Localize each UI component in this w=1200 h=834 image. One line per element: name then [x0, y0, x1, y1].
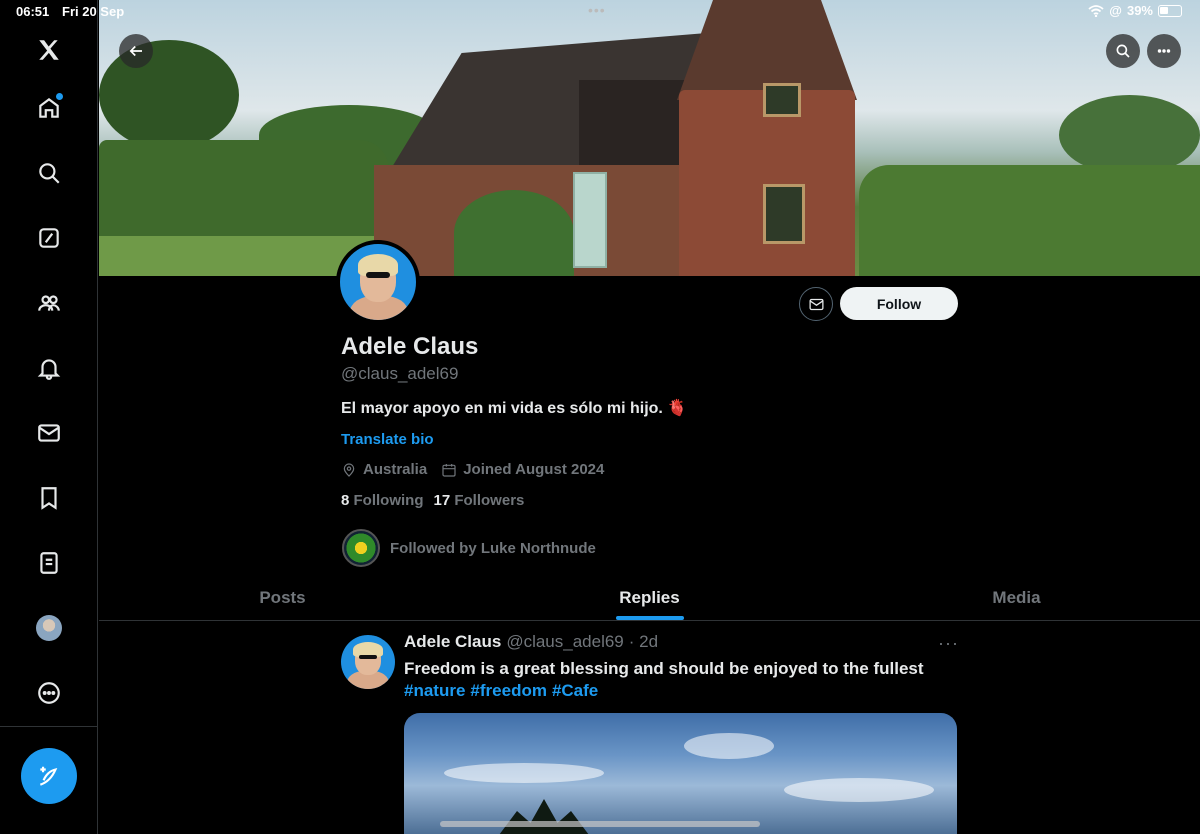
- envelope-icon: [808, 298, 824, 310]
- avatar-glasses: [366, 272, 390, 278]
- followed-by[interactable]: Followed by Luke Northnude: [342, 529, 596, 567]
- post-author-avatar[interactable]: [341, 635, 395, 689]
- following-label: Following: [353, 492, 424, 509]
- status-date: Fri 20 Sep: [62, 4, 125, 19]
- following-link[interactable]: 8 Following: [341, 492, 424, 509]
- image-cloud: [784, 778, 934, 802]
- follow-counts: 8 Following 17 Followers: [341, 492, 524, 509]
- banner-tree: [1059, 95, 1200, 175]
- more-dots-icon: [1157, 49, 1171, 53]
- banner-door: [573, 172, 607, 268]
- home-icon[interactable]: [24, 83, 74, 133]
- post-more-icon[interactable]: ···: [938, 633, 959, 654]
- banner-hedge: [859, 165, 1200, 276]
- grok-icon[interactable]: [24, 213, 74, 263]
- compose-post-button[interactable]: [21, 748, 77, 804]
- search-button[interactable]: [1106, 34, 1140, 68]
- profile-display-name: Adele Claus: [341, 333, 479, 360]
- notifications-bell-icon[interactable]: [24, 343, 74, 393]
- follow-button[interactable]: Follow: [840, 287, 958, 320]
- search-icon: [1116, 44, 1130, 58]
- post-author-handle[interactable]: @claus_adel69: [506, 632, 623, 652]
- banner-window: [763, 83, 801, 117]
- more-options-icon[interactable]: [24, 668, 74, 718]
- feather-plus-icon: [39, 766, 58, 786]
- tab-posts[interactable]: Posts: [99, 575, 466, 620]
- image-cloud: [684, 733, 774, 759]
- profile-joined-date: Joined August 2024: [463, 461, 605, 478]
- banner-bush: [454, 190, 574, 276]
- post-header: Adele Claus @claus_adel69 · 2d: [404, 632, 658, 652]
- communities-icon[interactable]: [24, 278, 74, 328]
- tab-media[interactable]: Media: [833, 575, 1200, 620]
- image-cloud: [444, 763, 604, 783]
- battery-percent: 39%: [1126, 3, 1153, 18]
- followers-count: 17: [433, 492, 451, 509]
- back-button[interactable]: [119, 34, 153, 68]
- hashtag-link[interactable]: #nature: [404, 681, 465, 701]
- banner-hedge: [99, 140, 389, 240]
- multitasking-dots-icon[interactable]: •••: [588, 2, 606, 18]
- more-button[interactable]: [1147, 34, 1181, 68]
- status-time: 06:51: [16, 4, 50, 19]
- image-palm: [499, 799, 589, 834]
- profile-tabs: Posts Replies Media: [99, 575, 1200, 621]
- post-image[interactable]: [404, 713, 957, 834]
- tab-replies[interactable]: Replies: [466, 575, 833, 620]
- profile-handle: @claus_adel69: [341, 364, 459, 383]
- profile-avatar-nav[interactable]: [24, 603, 74, 653]
- calendar-icon: [442, 463, 456, 477]
- followers-link[interactable]: 17 Followers: [434, 492, 525, 509]
- followers-label: Followers: [454, 492, 525, 509]
- notification-dot: [56, 93, 63, 100]
- profile-avatar[interactable]: [336, 240, 420, 324]
- post-text: Freedom is a great blessing and should b…: [404, 659, 924, 678]
- bookmark-icon[interactable]: [24, 473, 74, 523]
- search-icon[interactable]: [24, 148, 74, 198]
- sidebar: [0, 0, 98, 834]
- location-pin-icon: [343, 462, 355, 477]
- profile-meta: Australia Joined August 2024: [341, 461, 604, 478]
- profile-banner[interactable]: [99, 0, 1200, 276]
- messages-envelope-icon[interactable]: [24, 408, 74, 458]
- profile-location: Australia: [363, 461, 428, 478]
- status-bar: 06:51 Fri 20 Sep ••• @ 39%: [0, 0, 1200, 24]
- at-icon: @: [1109, 3, 1122, 18]
- follower-avatar: [342, 529, 380, 567]
- banner-window: [763, 184, 805, 244]
- translate-bio-link[interactable]: Translate bio: [341, 431, 434, 448]
- avatar: [36, 615, 62, 641]
- post-timestamp[interactable]: · 2d: [629, 632, 658, 652]
- home-indicator[interactable]: [440, 821, 760, 827]
- post-author-name[interactable]: Adele Claus: [404, 632, 501, 652]
- arrow-left-icon: [129, 45, 142, 57]
- profile-bio: El mayor apoyo en mi vida es sólo mi hij…: [341, 400, 688, 417]
- avatar-glasses: [359, 655, 377, 659]
- x-logo-icon[interactable]: [24, 25, 74, 75]
- banner-tower: [679, 90, 855, 276]
- sidebar-divider: [0, 726, 98, 727]
- wifi-icon: [1088, 4, 1104, 17]
- battery-icon: [1158, 4, 1182, 17]
- status-indicators: @ 39%: [1088, 3, 1182, 18]
- post-hashtags: #nature #freedom #Cafe: [404, 681, 598, 701]
- hashtag-link[interactable]: #Cafe: [552, 681, 598, 701]
- lists-icon[interactable]: [24, 538, 74, 588]
- followed-by-text: Followed by Luke Northnude: [390, 539, 596, 557]
- hashtag-link[interactable]: #freedom: [470, 681, 547, 701]
- following-count: 8: [341, 492, 350, 509]
- message-button[interactable]: [799, 287, 833, 321]
